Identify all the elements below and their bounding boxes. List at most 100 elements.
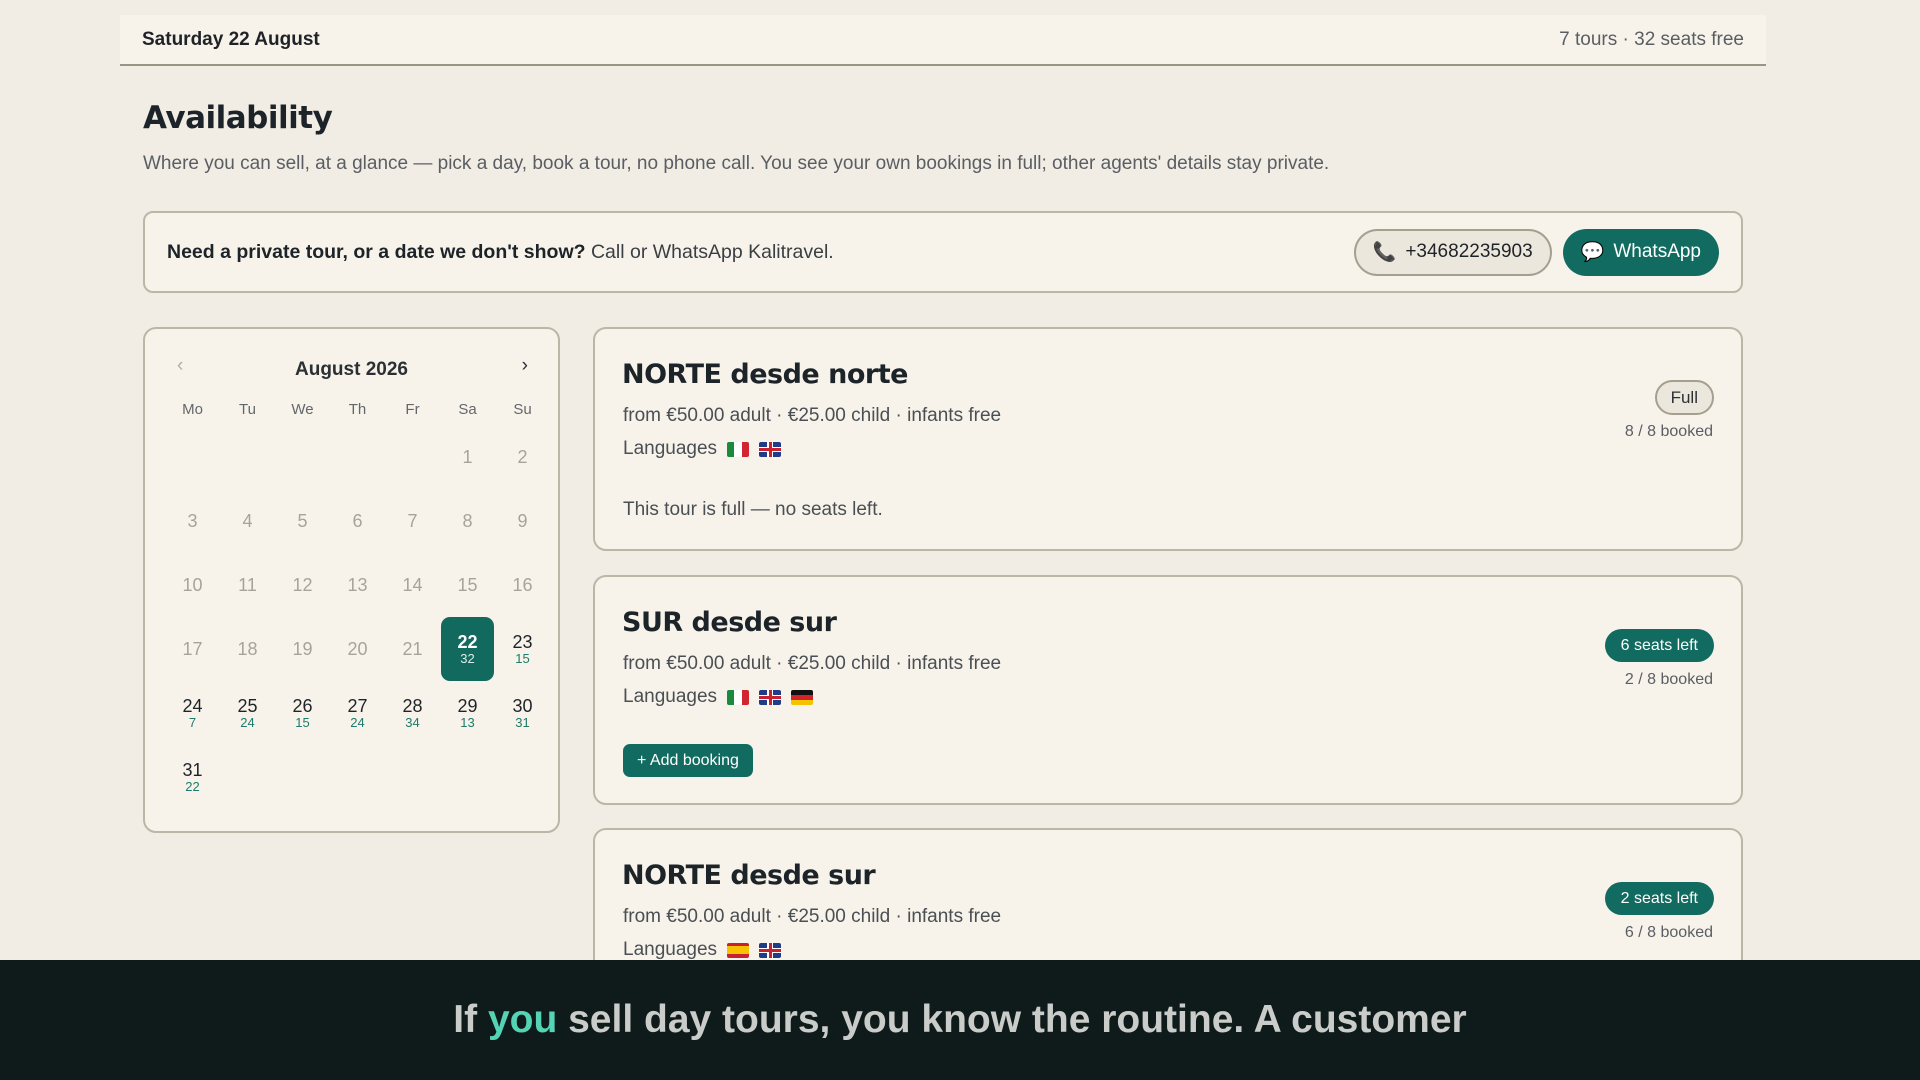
italy-flag-icon [727, 441, 750, 457]
day-number: 26 [292, 696, 313, 716]
tour-prices: from €50.00 adult · €25.00 child · infan… [623, 653, 1002, 674]
day-number: 16 [512, 575, 533, 595]
calendar-day[interactable]: 30 31 [495, 681, 550, 745]
tour-card: NORTE desde norte from €50.00 adult · €2… [593, 327, 1743, 551]
spain-flag-icon [727, 942, 750, 958]
calendar-day[interactable]: 13 [330, 553, 385, 617]
calendar-day[interactable]: 6 [330, 489, 385, 553]
calendar-day[interactable]: 27 24 [330, 681, 385, 745]
day-number: 27 [347, 696, 368, 716]
tour-name: NORTE desde norte [622, 359, 908, 390]
calendar-day[interactable]: 5 [275, 489, 330, 553]
status-badge: 2 seats left [1604, 882, 1714, 915]
calendar-day[interactable]: 26 15 [275, 681, 330, 745]
calendar-day[interactable]: 10 [165, 553, 220, 617]
whatsapp-label: WhatsApp [1613, 241, 1701, 262]
calendar-day[interactable]: 8 [440, 489, 495, 553]
phone-icon: 📞 [1372, 242, 1397, 263]
day-free-seats: 22 [185, 779, 200, 794]
day-number: 17 [182, 639, 203, 659]
calendar-day[interactable]: 24 7 [165, 681, 220, 745]
uk-flag-icon [759, 689, 782, 705]
day-free-seats: 15 [295, 715, 310, 730]
day-free-seats: 15 [515, 651, 530, 666]
calendar-day[interactable]: 1 [440, 425, 495, 489]
day-number: 11 [238, 575, 257, 595]
calendar-month: August 2026 [295, 359, 408, 380]
tour-name: SUR desde sur [622, 607, 837, 638]
day-free-seats: 24 [240, 715, 255, 730]
calendar-day[interactable]: 23 15 [495, 617, 550, 681]
weekday-label: We [291, 401, 314, 418]
add-booking-button[interactable]: + Add booking [623, 744, 753, 777]
calendar-day[interactable]: 20 [330, 617, 385, 681]
tour-prices: from €50.00 adult · €25.00 child · infan… [623, 906, 1002, 927]
calendar-day[interactable]: 25 24 [220, 681, 275, 745]
status-badge: Full [1654, 380, 1714, 415]
calendar-day[interactable]: 15 [440, 553, 495, 617]
tour-prices: from €50.00 adult · €25.00 child · infan… [623, 405, 1002, 426]
caption-highlight: you [487, 998, 558, 1041]
calendar-day[interactable]: 21 [385, 617, 440, 681]
day-free-seats: 34 [405, 715, 420, 730]
day-number: 25 [237, 696, 258, 716]
day-number: 7 [407, 511, 418, 531]
day-number: 20 [347, 639, 368, 659]
day-number: 18 [237, 639, 258, 659]
day-number: 2 [517, 447, 528, 467]
day-number: 8 [462, 511, 473, 531]
calendar-empty-cell [330, 425, 385, 489]
languages-label: Languages [623, 939, 718, 960]
calendar-day[interactable]: 18 [220, 617, 275, 681]
day-number: 4 [242, 511, 253, 531]
day-number: 9 [517, 511, 528, 531]
calendar-day[interactable]: 28 34 [385, 681, 440, 745]
day-number: 19 [292, 639, 313, 659]
day-number: 14 [402, 575, 423, 595]
day-free-seats: 13 [460, 715, 475, 730]
calendar-day[interactable]: 7 [385, 489, 440, 553]
calendar-day[interactable]: 17 [165, 617, 220, 681]
day-free-seats: 31 [515, 715, 530, 730]
private-tour-text: Call or WhatsApp Kalitravel. [590, 240, 834, 263]
calendar-day[interactable]: 4 [220, 489, 275, 553]
calendar-header: ‹ August 2026 › [145, 355, 558, 385]
chat-bubble-icon: 💬 [1580, 242, 1605, 263]
chevron-right-icon[interactable]: › [522, 355, 528, 377]
day-number: 6 [352, 511, 363, 531]
private-tour-banner: Need a private tour, or a date we don't … [143, 211, 1743, 293]
private-tour-message: Need a private tour, or a date we don't … [167, 241, 834, 264]
chevron-left-icon[interactable]: ‹ [177, 355, 183, 377]
languages-label: Languages [623, 438, 718, 459]
tour-card: SUR desde sur from €50.00 adult · €25.00… [593, 575, 1743, 805]
calendar-day[interactable]: 16 [495, 553, 550, 617]
whatsapp-button[interactable]: 💬 WhatsApp [1562, 228, 1719, 276]
day-number: 13 [347, 575, 368, 595]
calendar-day[interactable]: 31 22 [165, 745, 220, 809]
calendar-day[interactable]: 14 [385, 553, 440, 617]
calendar-empty-cell [275, 425, 330, 489]
calendar-day[interactable]: 29 13 [440, 681, 495, 745]
calendar-day[interactable]: 19 [275, 617, 330, 681]
day-number: 21 [402, 639, 423, 659]
weekday-label: Th [348, 401, 367, 418]
call-button[interactable]: 📞 +34682235903 [1353, 228, 1552, 276]
uk-flag-icon [759, 942, 782, 958]
calendar-grid: Mo Tu We Th Fr Sa Su 1 2 3 4 5 6 7 8 9 10 11 12 13 14 15 16 17 1… [165, 395, 540, 809]
day-number: 31 [182, 760, 203, 780]
calendar-empty-cell [165, 425, 220, 489]
weekday-label: Mo [182, 401, 203, 418]
calendar-day[interactable]: 9 [495, 489, 550, 553]
calendar-day[interactable]: 22 32 [441, 617, 494, 681]
day-number: 10 [182, 575, 203, 595]
weekday-label: Sa [458, 401, 477, 418]
calendar-day[interactable]: 3 [165, 489, 220, 553]
calendar-day[interactable]: 12 [275, 553, 330, 617]
languages-label: Languages [623, 686, 718, 707]
page-subtitle: Where you can sell, at a glance — pick a… [143, 153, 1330, 174]
weekday-label: Su [513, 401, 532, 418]
calendar-day[interactable]: 2 [495, 425, 550, 489]
day-summary: 7 tours · 32 seats free [1559, 28, 1744, 50]
day-number: 1 [462, 447, 473, 467]
calendar-day[interactable]: 11 [220, 553, 275, 617]
